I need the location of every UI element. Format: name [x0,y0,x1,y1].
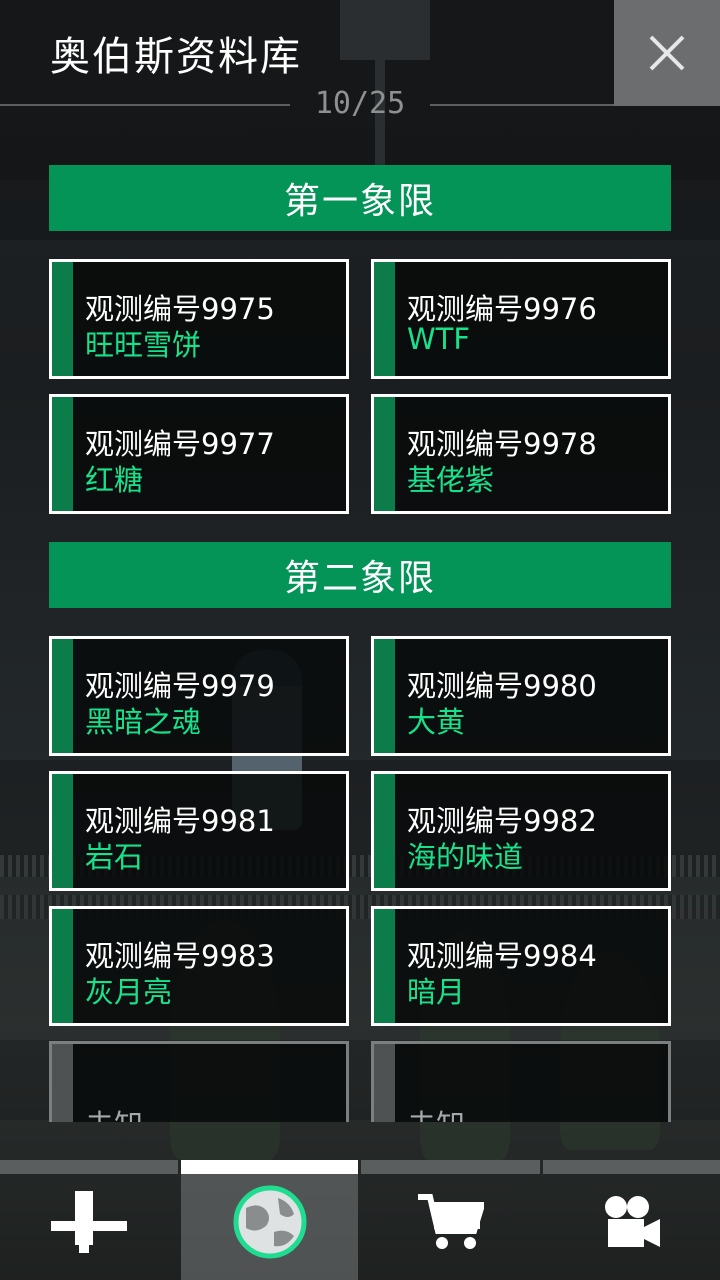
observation-card-9982[interactable]: 观测编号9982 海的味道 [371,771,671,891]
card-name: 未知 [407,1102,465,1122]
card-name: 大黄 [407,705,466,739]
card-stripe [374,262,395,376]
observation-card-9983[interactable]: 观测编号9983 灰月亮 [49,906,349,1026]
telescope-icon [51,1191,127,1253]
planet-icon [233,1185,306,1259]
card-name: 海的味道 [407,840,524,874]
observation-card-9984[interactable]: 观测编号9984 暗月 [371,906,671,1026]
card-stripe [374,639,395,753]
header-divider-left [0,104,290,106]
section-header-quadrant-2: 第二象限 [49,542,671,608]
observation-card-9979[interactable]: 观测编号9979 黑暗之魂 [49,636,349,756]
observation-card-9976[interactable]: 观测编号9976 WTF [371,259,671,379]
header-divider-right [430,104,616,106]
card-name: 岩石 [85,840,144,874]
card-stripe [374,1044,395,1122]
tab-indicator [0,1160,178,1174]
card-name: 暗月 [407,975,466,1009]
card-name: 旺旺雪饼 [85,328,202,362]
section-header-quadrant-1: 第一象限 [49,165,671,231]
tab-indicator [181,1160,358,1174]
card-name: WTF [407,322,471,356]
card-name: 基佬紫 [407,463,495,497]
observation-list[interactable]: 第一象限 观测编号9975 旺旺雪饼 观测编号9976 WTF 观测编号9977… [49,165,671,1122]
card-stripe [52,262,73,376]
card-stripe [52,909,73,1023]
observation-card-9977[interactable]: 观测编号9977 红糖 [49,394,349,514]
close-icon [649,35,685,71]
card-stripe [374,909,395,1023]
card-stripe [374,397,395,511]
tab-planet[interactable] [181,1160,358,1280]
card-name: 红糖 [85,463,144,497]
card-name: 灰月亮 [85,975,173,1009]
tab-shop[interactable] [361,1160,540,1280]
card-stripe [52,639,73,753]
observation-card-9980[interactable]: 观测编号9980 大黄 [371,636,671,756]
page-indicator: 10/25 [314,86,406,121]
page-title: 奥伯斯资料库 [50,34,302,80]
observation-card-unknown[interactable]: 未知 [371,1041,671,1122]
observation-card-9978[interactable]: 观测编号9978 基佬紫 [371,394,671,514]
card-stripe [52,1044,73,1122]
close-button[interactable] [614,0,720,106]
tab-video[interactable] [543,1160,720,1280]
card-stripe [374,774,395,888]
bottom-tab-bar [0,1160,720,1280]
header: 奥伯斯资料库 10/25 [0,0,720,130]
observation-card-9975[interactable]: 观测编号9975 旺旺雪饼 [49,259,349,379]
tab-telescope[interactable] [0,1160,178,1280]
card-stripe [52,774,73,888]
card-grid-quadrant-2: 观测编号9979 黑暗之魂 观测编号9980 大黄 观测编号9981 岩石 观测… [49,636,671,1122]
video-camera-icon [604,1196,660,1247]
observation-card-9981[interactable]: 观测编号9981 岩石 [49,771,349,891]
card-name: 未知 [85,1102,143,1122]
observation-card-unknown[interactable]: 未知 [49,1041,349,1122]
card-name: 黑暗之魂 [85,705,202,739]
tab-indicator [361,1160,540,1174]
card-stripe [52,397,73,511]
tab-indicator [543,1160,720,1174]
cart-icon [417,1194,484,1249]
card-grid-quadrant-1: 观测编号9975 旺旺雪饼 观测编号9976 WTF 观测编号9977 红糖 观… [49,259,671,514]
